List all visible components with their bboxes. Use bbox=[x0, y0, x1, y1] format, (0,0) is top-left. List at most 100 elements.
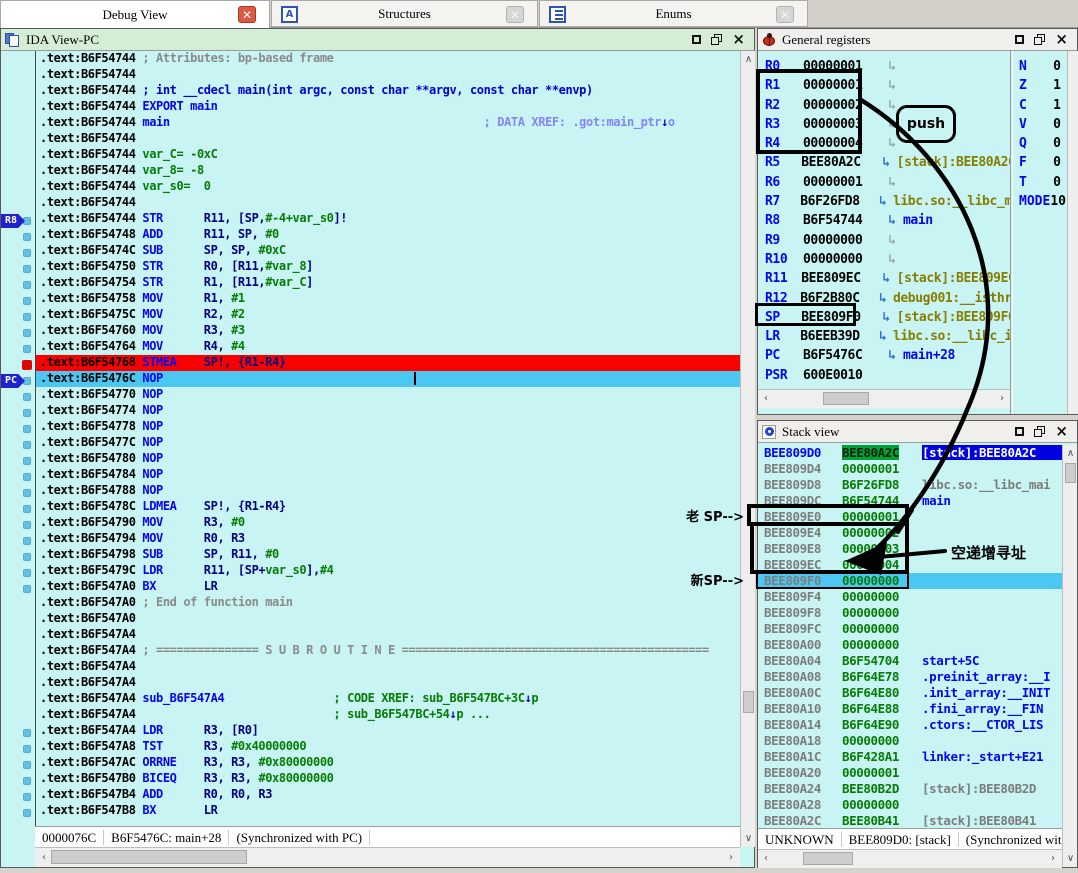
disasm-line[interactable]: .text:B6F54750 STR R0, [R11,#var_8] bbox=[36, 259, 740, 275]
ida-view-titlebar[interactable]: IDA View-PC × bbox=[1, 29, 754, 51]
disasm-line[interactable]: .text:B6F54798 SUB SP, R11, #0 bbox=[36, 547, 740, 563]
disasm-line[interactable]: .text:B6F547A4 bbox=[36, 627, 740, 643]
maximize-button[interactable] bbox=[1015, 427, 1025, 436]
register-row-r5[interactable]: R5 BEE80A2C ↳ [stack]:BEE80A2C bbox=[758, 155, 1010, 174]
nav-dot-icon[interactable] bbox=[23, 585, 31, 593]
disasm-line[interactable]: .text:B6F54758 MOV R1, #1 bbox=[36, 291, 740, 307]
stack-hscrollbar[interactable]: ‹ › bbox=[758, 849, 1062, 868]
register-row-r7[interactable]: R7 B6F26FD8 ↳ libc.so:__libc_ma bbox=[758, 194, 1010, 213]
stack-vscroll-thumb[interactable] bbox=[1065, 463, 1076, 483]
scroll-down-icon[interactable]: ∨ bbox=[1063, 853, 1078, 864]
nav-dot-icon[interactable] bbox=[23, 297, 31, 305]
flag-row-f[interactable]: F0 bbox=[1014, 155, 1066, 174]
flag-row-t[interactable]: T0 bbox=[1014, 175, 1066, 194]
breakpoint-icon[interactable] bbox=[22, 360, 32, 370]
stack-row[interactable]: BEE80A00 00000000 bbox=[758, 637, 1062, 653]
close-icon[interactable]: × bbox=[732, 32, 745, 47]
stack-hscroll-thumb[interactable] bbox=[803, 852, 853, 865]
disasm-line[interactable]: .text:B6F54790 MOV R3, #0 bbox=[36, 515, 740, 531]
nav-dot-icon[interactable] bbox=[23, 745, 31, 753]
stack-row[interactable]: BEE80A1C B6F428A1 linker:_start+E21 bbox=[758, 749, 1062, 765]
disasm-line[interactable]: .text:B6F54770 NOP bbox=[36, 387, 740, 403]
stack-row[interactable]: BEE809FC 00000000 bbox=[758, 621, 1062, 637]
register-row-r12[interactable]: R12 B6F2B80C ↳ debug001:__isthre bbox=[758, 291, 1010, 310]
breakpoint-gutter[interactable]: R8 PC bbox=[1, 51, 35, 827]
stack-row[interactable]: BEE80A08 B6F64E78 .preinit_array:__I bbox=[758, 669, 1062, 685]
stack-row[interactable]: BEE80A14 B6F64E90 .ctors:__CTOR_LIS bbox=[758, 717, 1062, 733]
nav-dot-icon[interactable] bbox=[23, 473, 31, 481]
disasm-line[interactable]: .text:B6F54744 var_s0= 0 bbox=[36, 179, 740, 195]
nav-dot-icon[interactable] bbox=[23, 537, 31, 545]
scroll-up-icon[interactable]: ∧ bbox=[741, 54, 756, 65]
nav-dot-icon[interactable] bbox=[23, 809, 31, 817]
disasm-line[interactable]: .text:B6F547A4 LDR R3, [R0] bbox=[36, 723, 740, 739]
scroll-up-icon[interactable]: ∧ bbox=[1063, 448, 1078, 459]
nav-dot-icon[interactable] bbox=[23, 393, 31, 401]
register-row-psr[interactable]: PSR 600E0010 bbox=[758, 368, 1010, 387]
disasm-line[interactable]: .text:B6F547A0 bbox=[36, 611, 740, 627]
nav-dot-icon[interactable] bbox=[23, 329, 31, 337]
stack-row[interactable]: BEE809F8 00000000 bbox=[758, 605, 1062, 621]
disasm-hscroll-thumb[interactable] bbox=[51, 850, 247, 864]
register-row-r2[interactable]: R2 00000002 ↳ bbox=[758, 98, 1010, 117]
stack-row[interactable]: BEE80A04 B6F54704 start+5C bbox=[758, 653, 1062, 669]
restore-button[interactable] bbox=[1034, 426, 1046, 437]
disasm-line[interactable]: .text:B6F547A4 bbox=[36, 659, 740, 675]
maximize-button[interactable] bbox=[1015, 35, 1025, 44]
disasm-line[interactable]: .text:B6F54744 ; int __cdecl main(int ar… bbox=[36, 83, 740, 99]
nav-dot-icon[interactable] bbox=[23, 313, 31, 321]
disasm-hscrollbar[interactable]: ‹ › bbox=[35, 847, 740, 867]
restore-button[interactable] bbox=[1034, 34, 1046, 45]
disasm-line[interactable]: .text:B6F54744 EXPORT main bbox=[36, 99, 740, 115]
stack-row[interactable]: BEE809D0 BEE80A2C [stack]:BEE80A2C bbox=[758, 445, 1062, 461]
stack-row[interactable]: BEE809D8 B6F26FD8 libc.so:__libc_mai bbox=[758, 477, 1062, 493]
disasm-line[interactable]: .text:B6F5478C LDMEA SP!, {R1-R4} bbox=[36, 499, 740, 515]
disasm-line[interactable]: .text:B6F54754 STR R1, [R11,#var_C] bbox=[36, 275, 740, 291]
registers-hscroll-thumb[interactable] bbox=[823, 392, 869, 405]
disasm-line[interactable]: .text:B6F54748 ADD R11, SP, #0 bbox=[36, 227, 740, 243]
stack-row[interactable]: BEE80A0C B6F64E80 .init_array:__INIT bbox=[758, 685, 1062, 701]
register-row-r8[interactable]: R8 B6F54744 ↳ main bbox=[758, 213, 1010, 232]
disasm-line[interactable]: .text:B6F54744 bbox=[36, 131, 740, 147]
flags-list[interactable]: N 0 Z 1 C 1 V 0 Q 0 F 0 T 0 MODE 10 bbox=[1014, 59, 1066, 213]
nav-dot-icon[interactable] bbox=[23, 425, 31, 433]
stack-row[interactable]: BEE80A28 00000000 bbox=[758, 797, 1062, 813]
nav-dot-icon[interactable] bbox=[23, 265, 31, 273]
maximize-button[interactable] bbox=[692, 35, 702, 44]
stack-row[interactable]: BEE809E4 00000002 bbox=[758, 525, 1062, 541]
nav-dot-icon[interactable] bbox=[23, 793, 31, 801]
disasm-line[interactable]: .text:B6F54778 NOP bbox=[36, 419, 740, 435]
disasm-line[interactable]: .text:B6F5477C NOP bbox=[36, 435, 740, 451]
disasm-line[interactable]: .text:B6F547A8 TST R3, #0x40000000 bbox=[36, 739, 740, 755]
disasm-line[interactable]: .text:B6F54788 NOP bbox=[36, 483, 740, 499]
register-row-r1[interactable]: R1 00000001 ↳ bbox=[758, 78, 1010, 97]
register-row-r4[interactable]: R4 00000004 ↳ bbox=[758, 136, 1010, 155]
scroll-right-icon[interactable]: › bbox=[725, 852, 737, 863]
register-row-pc[interactable]: PC B6F5476C ↳ main+28 bbox=[758, 348, 1010, 367]
disasm-line[interactable]: .text:B6F54744 main ; DATA XREF: .got:ma… bbox=[36, 115, 740, 131]
stack-row[interactable]: BEE809E8 00000003 bbox=[758, 541, 1062, 557]
nav-dot-icon[interactable] bbox=[23, 569, 31, 577]
stack-row[interactable]: BEE809F0 00000000 bbox=[758, 573, 1062, 589]
disasm-line[interactable]: .text:B6F54744 var_8= -8 bbox=[36, 163, 740, 179]
nav-dot-icon[interactable] bbox=[23, 281, 31, 289]
disasm-line[interactable]: .text:B6F5479C LDR R11, [SP+var_s0],#4 bbox=[36, 563, 740, 579]
close-icon[interactable]: × bbox=[1055, 424, 1068, 439]
scroll-right-icon[interactable]: › bbox=[1047, 853, 1059, 864]
tab-enums[interactable]: Enums ✕ bbox=[539, 0, 808, 27]
nav-dot-icon[interactable] bbox=[23, 233, 31, 241]
tab-close-icon[interactable]: ✕ bbox=[238, 6, 256, 23]
disasm-line[interactable]: .text:B6F54794 MOV R0, R3 bbox=[36, 531, 740, 547]
disasm-line[interactable]: .text:B6F5475C MOV R2, #2 bbox=[36, 307, 740, 323]
scroll-left-icon[interactable]: ‹ bbox=[38, 852, 50, 863]
flags-vscrollbar[interactable] bbox=[1067, 51, 1078, 414]
disasm-line[interactable]: .text:B6F5474C SUB SP, SP, #0xC bbox=[36, 243, 740, 259]
nav-dot-icon[interactable] bbox=[23, 521, 31, 529]
nav-dot-icon[interactable] bbox=[23, 409, 31, 417]
scroll-left-icon[interactable]: ‹ bbox=[760, 393, 772, 404]
disasm-line[interactable]: .text:B6F547A4 ; sub_B6F547BC+54↓p ... bbox=[36, 707, 740, 723]
register-row-lr[interactable]: LR B6EEB39D ↳ libc.so:__libc_in bbox=[758, 329, 1010, 348]
register-row-r3[interactable]: R3 00000003 ↳ bbox=[758, 117, 1010, 136]
flag-row-n[interactable]: N0 bbox=[1014, 59, 1066, 78]
nav-dot-icon[interactable] bbox=[23, 553, 31, 561]
